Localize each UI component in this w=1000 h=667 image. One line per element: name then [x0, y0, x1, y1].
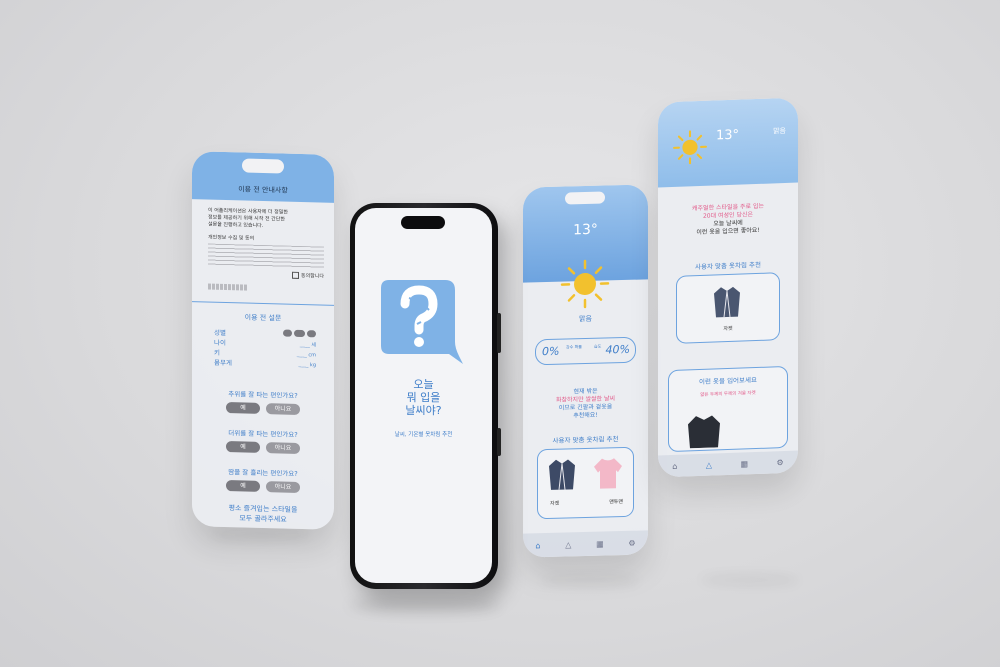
- calendar-icon[interactable]: ▦: [740, 459, 748, 468]
- question: 땀을 잘 흘리는 편인가요?: [228, 468, 298, 478]
- outfit-card[interactable]: 자켓 맨투맨: [537, 446, 634, 520]
- sun-icon: [559, 257, 611, 310]
- no-button[interactable]: 아니요: [266, 442, 301, 454]
- hanger-icon[interactable]: △: [565, 540, 571, 549]
- item-label: 맨투맨: [609, 499, 623, 506]
- bottom-nav: ⌂ △ ▦ ⚙: [523, 530, 648, 558]
- rec-title: 사용자 맞춤 옷차림 추천: [695, 260, 761, 272]
- weather-screen: 13° 맑음 0% 강수 확률 습도 40% 현재 밖은 화창하지만 쌀쌀한 날…: [523, 184, 648, 558]
- phone-shadow: [350, 598, 500, 612]
- screen-shadow: [540, 575, 640, 585]
- humidity-value: 40%: [605, 342, 630, 357]
- item-label: 자켓: [550, 500, 560, 507]
- gear-icon[interactable]: ⚙: [777, 458, 784, 467]
- outfit-card[interactable]: 자켓: [676, 272, 780, 344]
- field-label: 성별: [214, 328, 226, 338]
- side-button: [497, 428, 501, 456]
- gender-option[interactable]: [293, 329, 305, 338]
- agree-label: 동의합니다: [300, 272, 324, 280]
- app-title-line: 오늘: [413, 378, 434, 391]
- survey-header: 이용 전 안내사항: [192, 151, 334, 203]
- survey-screen: 이용 전 안내사항 이 어플리케이션은 사용자에 더 정밀한 정보를 제공하기 …: [192, 151, 334, 530]
- no-button[interactable]: 아니요: [266, 403, 301, 415]
- gender-option[interactable]: [282, 329, 292, 337]
- jacket-icon: [548, 457, 576, 492]
- notch: [565, 191, 605, 205]
- gender-option[interactable]: [307, 330, 316, 338]
- gear-icon[interactable]: ⚙: [628, 538, 635, 547]
- hanger-icon[interactable]: △: [706, 460, 712, 469]
- bottom-nav: ⌂ △ ▦ ⚙: [658, 450, 798, 478]
- question: 더위를 잘 타는 편인가요?: [228, 429, 298, 439]
- survey-title: 이용 전 설문: [244, 313, 282, 323]
- condition: 맑음: [773, 126, 786, 136]
- item-label: 자켓: [723, 325, 733, 333]
- question: 추위를 잘 타는 편인가요?: [228, 390, 298, 400]
- home-icon[interactable]: ⌂: [535, 541, 540, 550]
- agree-checkbox[interactable]: [292, 271, 300, 279]
- humidity-label: 습도: [594, 343, 602, 349]
- rain-humidity-card: 0% 강수 확률 습도 40%: [535, 336, 636, 366]
- temperature: 13°: [716, 127, 740, 144]
- notch: [242, 158, 284, 174]
- rain-value: 0%: [542, 344, 560, 359]
- home-icon[interactable]: ⌂: [672, 461, 677, 470]
- field-label: 키: [214, 348, 220, 357]
- jacket-icon: [713, 285, 741, 320]
- screen-shadow: [210, 530, 310, 540]
- alt-sub: 얇은 두께의 두께의 겨울 자켓: [700, 391, 756, 398]
- alt-title: 이런 옷을 입어보세요: [699, 375, 757, 387]
- age-input[interactable]: ____ 세: [300, 340, 316, 350]
- condition: 맑음: [579, 314, 592, 324]
- sun-icon: [672, 129, 708, 166]
- rec-title: 사용자 맞춤 옷차림 추천: [552, 435, 619, 445]
- screen-shadow: [700, 575, 800, 585]
- field-label: 몸무게: [214, 358, 232, 368]
- sweatshirt-icon: [593, 456, 623, 491]
- rain-label: 강수 확률: [566, 344, 582, 350]
- no-button[interactable]: 아니요: [266, 481, 301, 493]
- height-input[interactable]: ____ cm: [297, 350, 316, 361]
- header-title: 이용 전 안내사항: [238, 185, 288, 195]
- phone-frame: 오늘 뭐 입을 날씨야? 날씨, 기온별 옷차림 추천: [350, 203, 501, 589]
- side-button: [497, 313, 501, 353]
- calendar-icon[interactable]: ▦: [596, 539, 604, 548]
- app-title-line: 뭐 입을: [406, 391, 441, 404]
- app-logo-icon: [379, 276, 465, 374]
- dynamic-island: [401, 216, 445, 229]
- yes-button[interactable]: 예: [225, 480, 260, 492]
- app-subtitle: 날씨, 기온별 옷차림 추천: [394, 432, 453, 438]
- recommend-screen: 13° 맑음 캐주얼한 스타일을 주로 입는 20대 여성인 당신은 오늘 날씨…: [658, 97, 798, 478]
- alt-card[interactable]: 이런 옷을 입어보세요 얇은 두께의 두께의 겨울 자켓: [668, 365, 788, 453]
- coat-icon: [687, 413, 721, 449]
- field-label: 나이: [214, 338, 226, 348]
- app-title-line: 날씨야?: [405, 404, 442, 417]
- yes-button[interactable]: 예: [225, 441, 260, 453]
- phone-screen: 오늘 뭐 입을 날씨야? 날씨, 기온별 옷차림 추천: [355, 208, 492, 583]
- yes-button[interactable]: 예: [225, 402, 260, 414]
- temperature: 13°: [573, 221, 598, 239]
- weight-input[interactable]: ____ kg: [298, 360, 316, 370]
